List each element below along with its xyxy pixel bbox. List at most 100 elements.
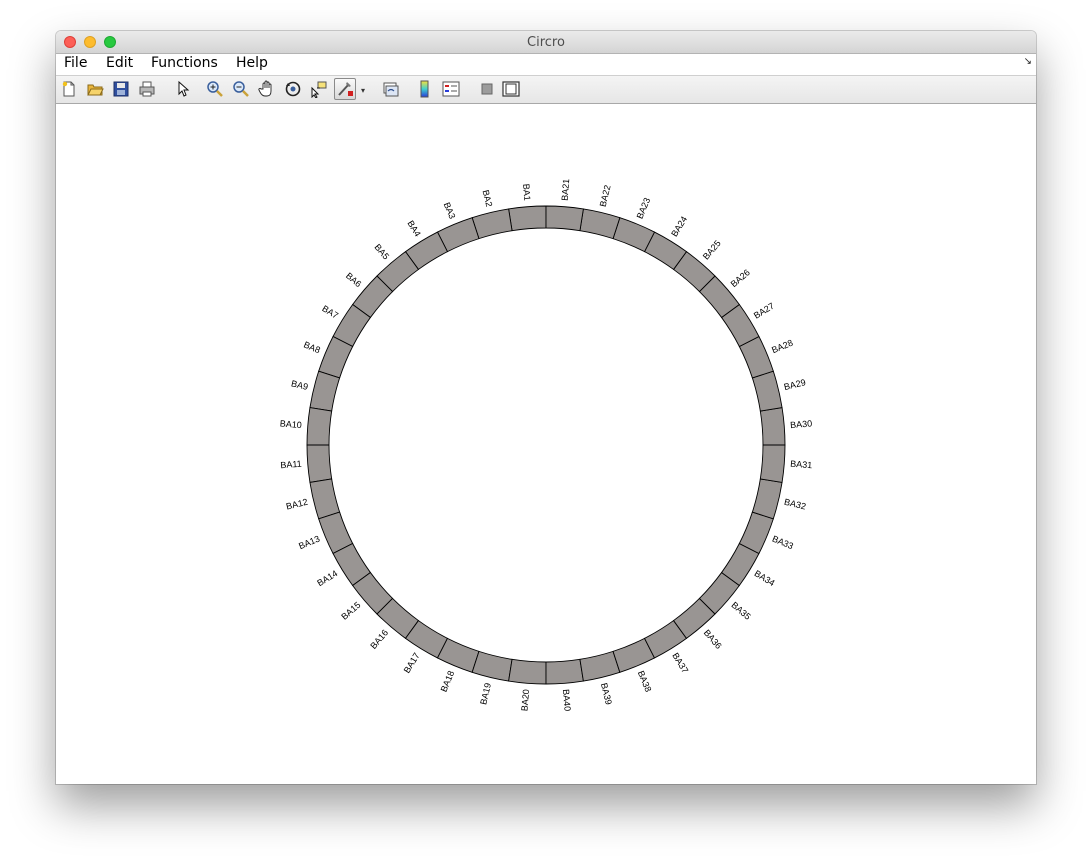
ring-segment-ba30 xyxy=(759,407,786,446)
ring-label-ba31: BA31 xyxy=(790,459,813,471)
title-bar[interactable]: Circro xyxy=(56,31,1036,54)
ring-segment-ba22 xyxy=(579,208,621,240)
dock-arrow-icon[interactable]: ↘ xyxy=(1024,56,1032,67)
printer-icon xyxy=(139,81,155,97)
zoom-in-icon xyxy=(207,81,223,97)
ring-label-ba2: BA2 xyxy=(481,189,495,208)
ring-label-ba38: BA38 xyxy=(636,669,654,693)
ring-label-ba30: BA30 xyxy=(790,418,813,430)
ring-label-ba29: BA29 xyxy=(783,377,807,392)
show-tools-icon xyxy=(502,81,520,97)
ring-label-ba11: BA11 xyxy=(280,459,302,471)
ring-label-ba12: BA12 xyxy=(285,497,309,512)
connectome-ring-diagram: BA1 BA2 BA3 BA4 BA5 BA6BA7 BA8 BA9 BA10 BA11 BA12 B… xyxy=(279,178,813,712)
ring-label-ba8: BA8 xyxy=(302,340,322,356)
legend-button[interactable] xyxy=(442,80,460,98)
ring-label-ba20: BA20 xyxy=(519,689,531,712)
ring-segment-ba1 xyxy=(508,205,547,232)
ring-segment-ba39 xyxy=(579,650,621,682)
ring-segment-ba9 xyxy=(309,370,341,412)
new-document-icon xyxy=(62,81,75,97)
open-file-button[interactable] xyxy=(86,80,104,98)
ring-label-ba14: BA14 xyxy=(315,568,339,588)
ring-label-ba24: BA24 xyxy=(669,214,689,238)
ring-label-ba34: BA34 xyxy=(753,568,777,588)
figure-toolbar: ▾ xyxy=(56,76,1036,104)
ring-label-ba28: BA28 xyxy=(770,338,794,356)
ring-segment-ba11 xyxy=(306,444,333,483)
ring-segment-ba19 xyxy=(471,650,513,682)
colorbar-icon xyxy=(420,80,429,98)
hide-tools-icon xyxy=(481,83,493,95)
ring-label-ba13: BA13 xyxy=(297,534,321,552)
zoom-out-button[interactable] xyxy=(232,80,250,98)
menu-file[interactable]: File xyxy=(64,55,87,71)
ring-label-ba40: BA40 xyxy=(561,689,573,712)
rotate-icon xyxy=(285,81,301,97)
print-button[interactable] xyxy=(138,80,156,98)
ring-label-ba33: BA33 xyxy=(771,534,795,552)
ring-label-ba21: BA21 xyxy=(560,178,572,201)
data-cursor-icon xyxy=(311,81,327,98)
colorbar-button[interactable] xyxy=(416,80,434,98)
ring-segment-ba20 xyxy=(508,658,547,685)
ring-label-ba17: BA17 xyxy=(402,651,422,675)
floppy-disk-icon xyxy=(113,81,129,97)
new-figure-button[interactable] xyxy=(60,80,78,98)
figure-canvas[interactable]: BA1 BA2 BA3 BA4 BA5 BA6 BA7 BA8 BA9 BA10 BA11 BA12 B… xyxy=(56,104,1036,784)
ring-label-ba5: BA5 xyxy=(373,242,392,261)
ring-label-ba25: BA25 xyxy=(701,238,723,261)
ring-label-ba26: BA26 xyxy=(729,267,752,289)
ring-label-ba16: BA16 xyxy=(368,628,390,651)
hand-icon xyxy=(258,80,272,97)
ring-label-ba15: BA15 xyxy=(339,600,362,622)
link-plot-icon xyxy=(383,82,399,97)
ring-segment-ba12 xyxy=(309,478,341,520)
ring-label-ba23: BA23 xyxy=(635,196,653,220)
link-plot-button[interactable] xyxy=(382,80,400,98)
ring-label-ba3: BA3 xyxy=(442,201,458,221)
brush-icon xyxy=(338,82,353,96)
ring-segment-ba2 xyxy=(471,208,513,240)
ring-segment-ba10 xyxy=(306,407,333,446)
data-cursor-button[interactable] xyxy=(310,80,328,98)
save-button[interactable] xyxy=(112,80,130,98)
ring-label-ba36: BA36 xyxy=(702,628,724,651)
show-plot-tools-button[interactable] xyxy=(502,80,520,98)
ring-label-ba39: BA39 xyxy=(599,682,614,706)
brush-button[interactable] xyxy=(334,78,356,100)
menu-edit[interactable]: Edit xyxy=(106,55,133,71)
menu-bar: File Edit Functions Help ↘ xyxy=(56,54,1036,76)
ring-segment-ba40 xyxy=(545,658,584,685)
menu-help[interactable]: Help xyxy=(236,55,268,71)
ring-segment-ba21 xyxy=(545,205,584,232)
rotate-3d-button[interactable] xyxy=(284,80,302,98)
pan-button[interactable] xyxy=(258,80,276,98)
arrow-pointer-icon xyxy=(178,80,190,97)
ring-label-ba22: BA22 xyxy=(598,184,613,208)
zoom-out-icon xyxy=(233,81,249,97)
ring-label-ba4: BA4 xyxy=(405,219,422,239)
zoom-in-button[interactable] xyxy=(206,80,224,98)
edit-plot-button[interactable] xyxy=(174,80,192,98)
hide-plot-tools-button[interactable] xyxy=(478,80,496,98)
ring-label-ba35: BA35 xyxy=(729,600,752,622)
ring-label-ba7: BA7 xyxy=(320,303,340,320)
circro-window: Circro File Edit Functions Help ↘ ▾ BA1 … xyxy=(56,31,1036,784)
brush-dropdown-arrow-icon[interactable]: ▾ xyxy=(361,86,365,95)
ring-label-ba6: BA6 xyxy=(344,271,363,290)
menu-functions[interactable]: Functions xyxy=(151,55,218,71)
ring-label-ba10: BA10 xyxy=(279,418,302,430)
ring-segment-ba29 xyxy=(751,370,783,412)
ring-segment-ba32 xyxy=(751,478,783,520)
ring-label-ba1: BA1 xyxy=(521,183,532,201)
ring-label-ba37: BA37 xyxy=(670,651,690,675)
ring-label-ba32: BA32 xyxy=(783,497,807,512)
ring-label-ba9: BA9 xyxy=(290,378,309,392)
folder-open-icon xyxy=(87,84,104,96)
ring-segment-ba31 xyxy=(759,444,786,483)
ring-label-ba18: BA18 xyxy=(439,669,457,693)
ring-label-ba19: BA19 xyxy=(478,682,493,706)
window-title: Circro xyxy=(527,35,565,50)
ring-label-ba27: BA27 xyxy=(752,301,776,321)
